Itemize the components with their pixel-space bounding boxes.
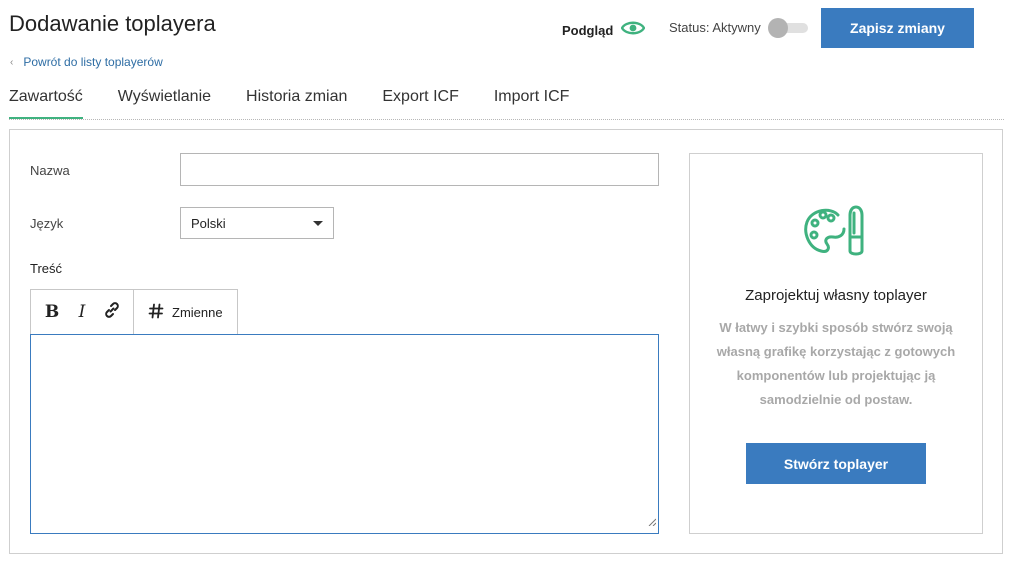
back-link[interactable]: ‹ Powrót do listy toplayerów xyxy=(10,55,163,69)
variables-button[interactable]: Zmienne xyxy=(140,303,231,322)
back-link-label: Powrót do listy toplayerów xyxy=(23,55,163,69)
status-label: Status: Aktywny xyxy=(669,20,761,35)
language-value: Polski xyxy=(191,215,226,231)
status-toggle[interactable] xyxy=(767,17,808,38)
variables-label: Zmienne xyxy=(172,304,223,320)
variables-group: Zmienne xyxy=(133,290,237,334)
preview-toggle[interactable]: Podgląd xyxy=(562,20,646,41)
language-label: Język xyxy=(30,216,64,231)
caret-down-icon xyxy=(313,220,323,226)
eye-icon xyxy=(620,20,646,41)
name-label: Nazwa xyxy=(30,163,70,178)
palette-icon xyxy=(804,203,870,266)
card-description: W łatwy i szybki sposób stwórz swoją wła… xyxy=(716,320,956,407)
name-input[interactable] xyxy=(180,153,659,186)
language-select[interactable]: Polski xyxy=(180,207,334,239)
resize-handle-icon[interactable] xyxy=(648,513,657,531)
create-toplayer-button[interactable]: Stwórz toplayer xyxy=(746,443,926,484)
chevron-left-icon: ‹ xyxy=(10,56,14,68)
tab-history[interactable]: Historia zmian xyxy=(246,86,347,119)
hash-icon xyxy=(148,303,164,322)
toggle-knob xyxy=(767,17,788,38)
card-title: Zaprojektuj własny toplayer xyxy=(745,287,927,304)
page-title: Dodawanie toplayera xyxy=(9,11,216,36)
format-group: B I xyxy=(31,290,133,334)
tab-import-icf[interactable]: Import ICF xyxy=(494,86,570,119)
editor-toolbar: B I Zmienne xyxy=(30,289,238,334)
tabs-divider xyxy=(9,119,1004,120)
italic-icon: I xyxy=(78,302,86,322)
content-editor[interactable] xyxy=(30,334,659,534)
link-button[interactable] xyxy=(97,297,127,327)
tab-display[interactable]: Wyświetlanie xyxy=(118,86,211,119)
tab-bar: Zawartość Wyświetlanie Historia zmian Ex… xyxy=(9,86,604,119)
preview-label: Podgląd xyxy=(562,23,614,38)
save-button[interactable]: Zapisz zmiany xyxy=(821,8,974,48)
tab-content[interactable]: Zawartość xyxy=(9,86,83,119)
tab-export-icf[interactable]: Export ICF xyxy=(382,86,458,119)
bold-icon: B xyxy=(44,302,60,322)
content-label: Treść xyxy=(30,261,63,276)
link-icon xyxy=(103,301,121,324)
italic-button[interactable]: I xyxy=(67,297,97,327)
bold-button[interactable]: B xyxy=(37,297,67,327)
status-control: Status: Aktywny xyxy=(669,17,808,38)
